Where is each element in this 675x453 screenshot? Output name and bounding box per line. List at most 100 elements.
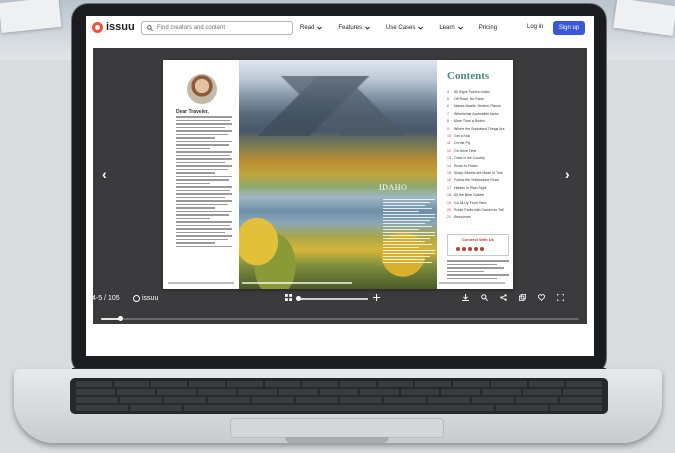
contents-item-title: Resources <box>454 215 471 220</box>
key <box>560 397 602 403</box>
text-line <box>176 165 232 167</box>
contents-page-number: 21 <box>447 215 451 220</box>
laptop-screen: issuu Find creators and content Read Feat… <box>86 16 594 356</box>
text-line <box>383 244 433 245</box>
key <box>453 381 489 387</box>
text-line <box>447 277 497 279</box>
nav-link-use-cases[interactable]: Use Cases <box>386 25 424 31</box>
text-line <box>176 126 226 128</box>
text-line <box>176 210 232 212</box>
twitter-icon <box>462 247 466 251</box>
page-progress-bar[interactable] <box>101 316 579 321</box>
contents-item-title: Hidden in Plain Sight <box>454 185 487 190</box>
share-icon[interactable] <box>500 294 507 301</box>
text-line <box>383 223 425 224</box>
search-icon[interactable] <box>481 294 488 301</box>
text-line <box>383 250 435 251</box>
contents-page-number: 17 <box>447 185 451 190</box>
contents-item-title: Wheelchair Accessible Idaho <box>454 111 499 116</box>
text-line <box>383 232 435 233</box>
contents-item-title: Follow the Yellowstone Road <box>454 178 499 183</box>
key <box>428 397 470 403</box>
grid-view-icon[interactable] <box>285 294 292 301</box>
signup-button[interactable]: Sign up <box>553 21 585 35</box>
text-line <box>176 231 226 233</box>
contents-item: 9 Where the Sunbaked Things Are <box>447 125 509 132</box>
contents-item: 6 Nature Awaits, Modern Places <box>447 103 509 110</box>
text-line <box>176 207 216 209</box>
text-line <box>447 274 509 276</box>
issuu-logo-icon <box>92 21 103 33</box>
text-line <box>383 199 435 200</box>
contents-footnote <box>447 260 509 281</box>
contents-page-number: 20 <box>447 207 451 212</box>
contents-item-title: Sharp Streets are Made of This <box>454 170 503 175</box>
text-line <box>176 235 232 237</box>
space-key <box>183 405 495 411</box>
contents-page-number: 9 <box>447 126 449 131</box>
contents-item-title: Route Parks with Games so Tall <box>454 207 504 212</box>
zoom-in-icon[interactable] <box>373 294 380 301</box>
contents-item-title: More Than a Rodeo <box>454 119 486 124</box>
facebook-icon <box>456 247 460 251</box>
text-line <box>447 260 509 262</box>
text-line <box>176 151 232 153</box>
chevron-down-icon <box>457 26 463 30</box>
text-line <box>447 263 497 265</box>
text-line <box>383 208 433 209</box>
search-input[interactable]: Find creators and content <box>141 21 293 35</box>
key <box>472 397 514 403</box>
nav-link-pricing[interactable]: Pricing <box>479 25 497 31</box>
contents-item: 14 Room to Roam <box>447 162 509 169</box>
laptop-lip <box>285 437 389 443</box>
text-line <box>176 161 226 163</box>
contents-item-title: On the Fly <box>454 141 471 146</box>
text-line <box>176 144 230 146</box>
fullscreen-icon[interactable] <box>557 294 564 301</box>
text-line <box>176 119 230 121</box>
contents-item-title: All Signs Point to Idaho <box>454 89 491 94</box>
copy-embed-icon[interactable] <box>519 294 526 301</box>
text-line <box>383 241 425 242</box>
contents-item: 8 More Than a Rodeo <box>447 118 509 125</box>
page-footer <box>168 282 234 284</box>
key <box>319 389 359 395</box>
text-line <box>176 200 232 202</box>
contents-item: 15 Sharp Streets are Made of This <box>447 169 509 176</box>
contents-item: 10 Get a Kick <box>447 132 509 139</box>
text-line <box>176 189 230 191</box>
contents-page-number: 14 <box>447 163 451 168</box>
text-line <box>383 226 433 227</box>
magazine-spread[interactable]: Dear Traveler, IDAHO Contents 4 All Signs… <box>163 60 513 289</box>
progress-handle[interactable] <box>118 316 124 321</box>
zoom-slider[interactable] <box>296 296 368 301</box>
text-line <box>383 238 430 239</box>
key-row <box>76 389 602 395</box>
text-line <box>176 137 216 139</box>
text-line <box>176 158 232 160</box>
author-portrait <box>187 74 217 104</box>
contents-page-number: 15 <box>447 170 451 175</box>
key <box>550 405 602 411</box>
contents-item-title: Where the Sunbaked Things Are <box>454 126 505 131</box>
issuu-logo[interactable]: issuu <box>92 21 135 33</box>
key <box>563 389 602 395</box>
next-page-button[interactable]: › <box>565 166 570 182</box>
text-line <box>176 133 228 135</box>
text-line <box>176 217 210 219</box>
previous-page-button[interactable]: ‹ <box>102 166 107 182</box>
nav-link-read[interactable]: Read <box>300 25 323 31</box>
watermark-brand: issuu <box>142 295 159 302</box>
download-icon[interactable] <box>462 294 469 301</box>
text-line <box>176 179 230 181</box>
text-line <box>176 123 232 125</box>
zoom-handle[interactable] <box>296 296 301 301</box>
nav-link-learn[interactable]: Learn <box>439 25 463 31</box>
login-link[interactable]: Log in <box>527 24 543 30</box>
contents-page-number: 12 <box>447 148 451 153</box>
text-line <box>176 245 232 247</box>
nav-link-features[interactable]: Features <box>338 25 370 31</box>
heart-icon[interactable] <box>538 294 545 301</box>
text-line <box>176 130 232 132</box>
laptop-keyboard <box>70 378 608 414</box>
